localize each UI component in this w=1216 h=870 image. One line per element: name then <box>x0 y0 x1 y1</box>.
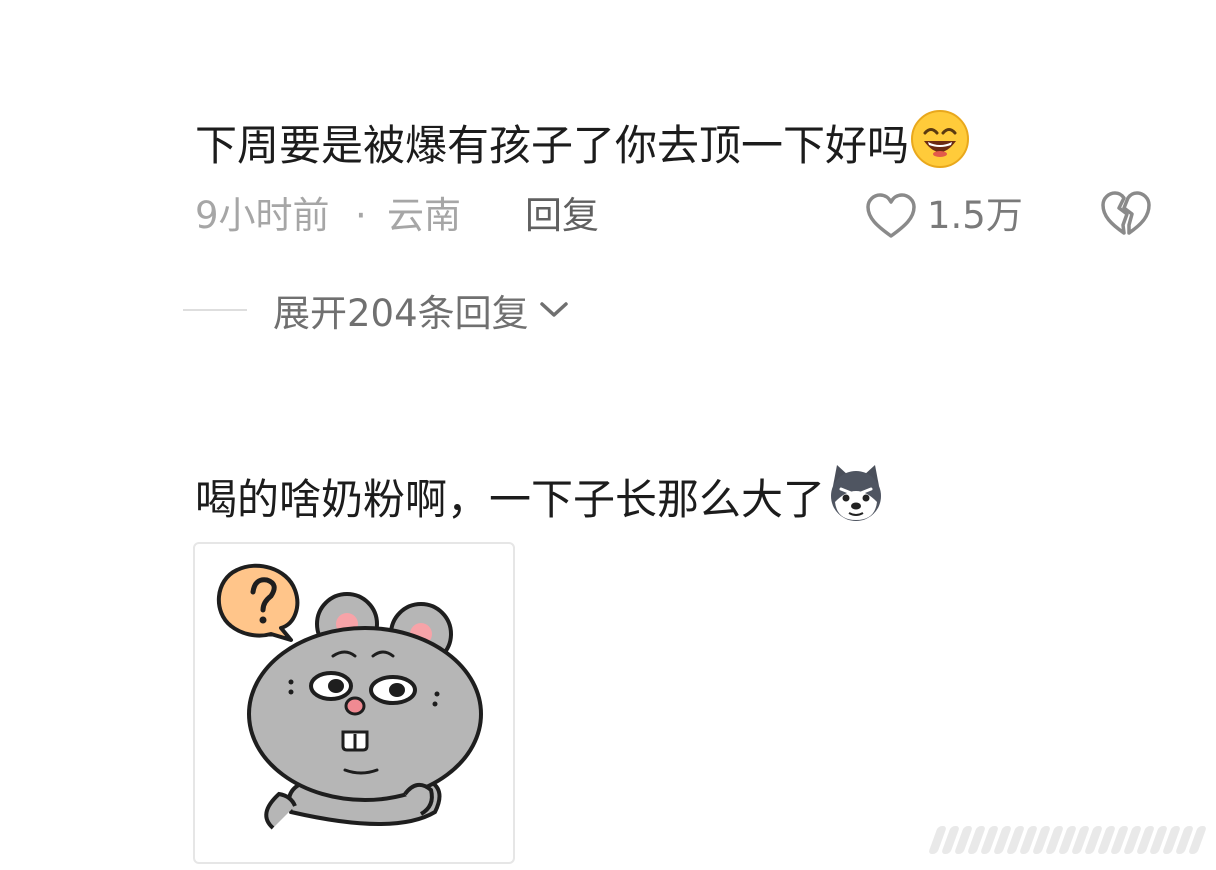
mouse-sticker-image[interactable] <box>193 542 515 864</box>
grinning-face-emoji-icon <box>909 108 971 184</box>
question-mouse-icon <box>216 563 483 830</box>
meta-separator: · <box>355 194 367 237</box>
comment-1-location: 云南 <box>387 194 461 237</box>
chevron-down-icon <box>539 300 569 320</box>
heart-icon <box>865 192 917 240</box>
comment-1-text-row: 下周要是被爆有孩子了你去顶一下好吗 <box>195 108 971 184</box>
like-count: 1.5万 <box>927 194 1023 237</box>
expand-replies-button[interactable]: 展开204条回复 <box>183 282 569 338</box>
divider-line <box>183 309 247 311</box>
reply-button[interactable]: 回复 <box>525 190 599 242</box>
comment-1-meta: 9小时前 · 云南 回复 1.5万 <box>195 190 1155 242</box>
expand-replies-label: 展开204条回复 <box>273 292 529 335</box>
husky-dog-emoji-icon <box>825 462 887 538</box>
dislike-button[interactable] <box>1100 190 1152 238</box>
broken-heart-icon <box>1100 190 1152 238</box>
comment-1-text: 下周要是被爆有孩子了你去顶一下好吗 <box>195 121 910 170</box>
comment-2-text: 喝的啥奶粉啊，一下子长那么大了 <box>195 475 826 524</box>
watermark-logo <box>927 826 1208 854</box>
comment-2-text-row: 喝的啥奶粉啊，一下子长那么大了 <box>195 462 887 538</box>
comment-1-time: 9小时前 <box>195 194 330 237</box>
like-button[interactable]: 1.5万 <box>865 190 1023 242</box>
